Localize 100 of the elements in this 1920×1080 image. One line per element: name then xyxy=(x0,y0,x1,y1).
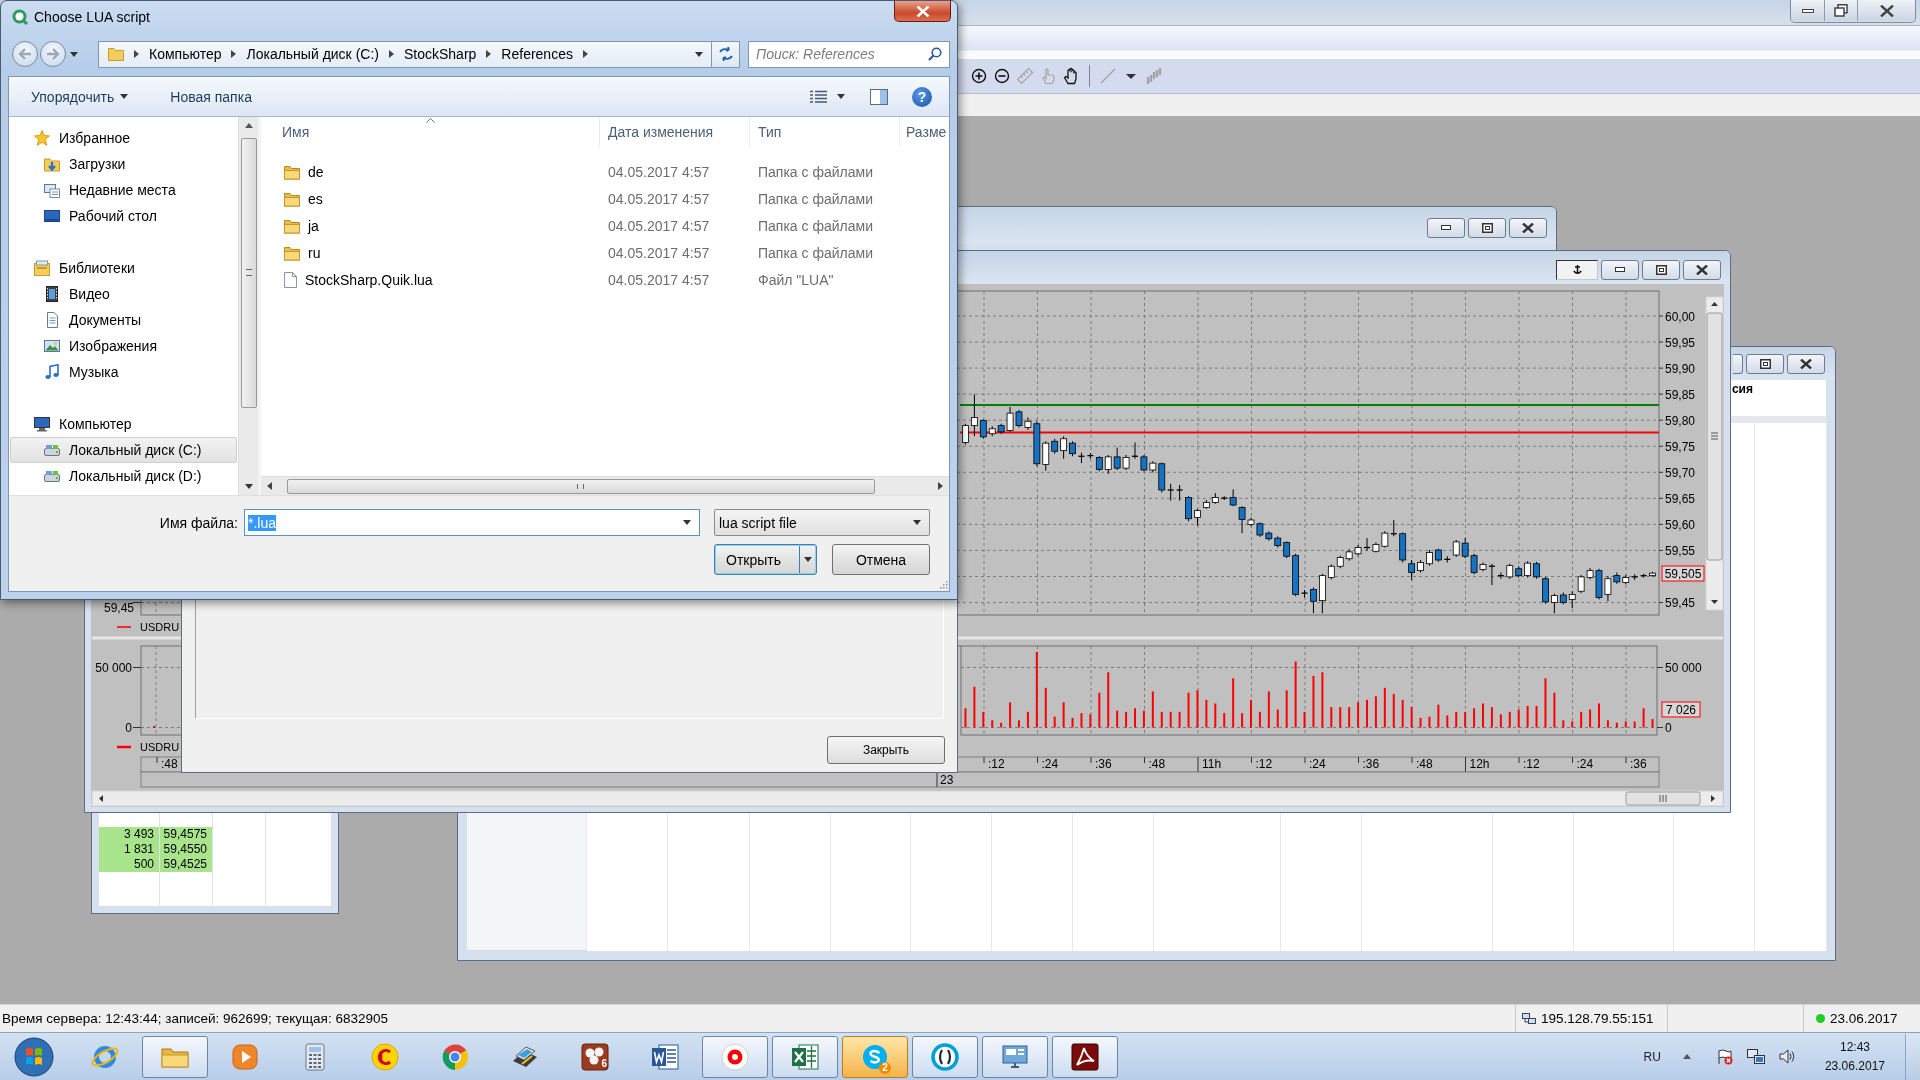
nav-item[interactable]: Загрузки xyxy=(10,151,237,177)
search-field[interactable]: Поиск: References xyxy=(748,40,950,68)
status-date: 23.06.2017 xyxy=(1830,1011,1898,1026)
volume-bar xyxy=(1580,711,1583,728)
volume-bar xyxy=(964,708,967,728)
column-header[interactable]: Дата изменения xyxy=(600,117,750,147)
file-row[interactable]: de 04.05.2017 4:57 Папка с файлами xyxy=(261,158,949,185)
file-row[interactable]: ja 04.05.2017 4:57 Папка с файлами xyxy=(261,212,949,239)
close-button[interactable] xyxy=(1683,259,1721,280)
cancel-button[interactable]: Отмена xyxy=(832,544,930,575)
network-icon[interactable] xyxy=(1746,1048,1765,1065)
preview-pane-icon[interactable] xyxy=(870,88,888,105)
close-window-button[interactable]: Закрыть xyxy=(827,736,945,764)
breadcrumb[interactable]: Компьютер xyxy=(149,46,222,62)
file-type-dropdown[interactable]: lua script file xyxy=(714,509,930,536)
zoom-out-icon[interactable] xyxy=(993,67,1011,85)
minimize-button[interactable] xyxy=(1791,0,1825,21)
resize-grip-icon[interactable] xyxy=(938,580,948,590)
price-label: 59,505 xyxy=(1661,565,1705,582)
file-name: StockSharp.Quik.lua xyxy=(305,271,433,288)
anchor-button[interactable] xyxy=(1556,259,1598,280)
close-button[interactable] xyxy=(1858,0,1915,21)
list-view-icon[interactable] xyxy=(810,89,827,104)
nav-item[interactable]: Изображения xyxy=(10,333,237,359)
nav-item[interactable]: Музыка xyxy=(10,359,237,385)
folder-icon xyxy=(284,217,300,234)
scrollbar-thumb[interactable] xyxy=(287,478,875,494)
file-name: ru xyxy=(308,244,321,261)
column-header[interactable]: Разме xyxy=(900,117,949,147)
nav-item[interactable]: Компьютер xyxy=(10,411,237,437)
volume-bar xyxy=(1357,702,1360,728)
field-label: Имя файла: xyxy=(158,514,238,531)
caret-icon[interactable] xyxy=(1711,795,1715,802)
maximize-icon xyxy=(1481,222,1493,233)
speaker-icon[interactable] xyxy=(1778,1049,1795,1064)
minimize-button[interactable] xyxy=(1601,259,1639,280)
caret-icon xyxy=(1682,1054,1691,1059)
language-indicator[interactable]: RU xyxy=(1643,1049,1661,1064)
organize-button[interactable]: Упорядочить xyxy=(31,88,129,105)
breadcrumb[interactable]: References xyxy=(501,46,573,62)
breadcrumb[interactable]: StockSharp xyxy=(403,46,477,62)
volume-bar xyxy=(1026,711,1029,728)
scrollbar[interactable] xyxy=(238,117,258,495)
taskbar-button[interactable]: 6 xyxy=(562,1035,628,1078)
scrollbar[interactable] xyxy=(1705,296,1724,611)
ring-icon xyxy=(930,1041,960,1072)
scrollbar[interactable] xyxy=(91,790,1724,807)
breadcrumb[interactable]: Локальный диск (C:) xyxy=(246,46,379,62)
nav-item[interactable]: Видео xyxy=(10,281,237,307)
caret-icon xyxy=(244,123,253,128)
restore-button[interactable] xyxy=(1825,0,1858,21)
minimize-button[interactable] xyxy=(1427,217,1465,238)
file-row[interactable]: es 04.05.2017 4:57 Папка с файлами xyxy=(261,185,949,212)
new-folder-button[interactable]: Новая папка xyxy=(170,88,252,105)
file-name: ja xyxy=(308,217,319,234)
close-button[interactable] xyxy=(894,1,951,22)
nav-item[interactable]: Недавние места xyxy=(10,177,237,203)
folder-icon xyxy=(108,47,124,61)
volume-cell: 500 xyxy=(99,857,159,872)
close-button[interactable] xyxy=(1509,217,1547,238)
open-button[interactable]: Открыть xyxy=(714,544,817,575)
nav-item[interactable]: Документы xyxy=(10,307,237,333)
left-arrow-icon xyxy=(18,48,32,60)
file-row[interactable]: ru 04.05.2017 4:57 Папка с файлами xyxy=(261,239,949,266)
maximize-button[interactable] xyxy=(1642,259,1680,280)
column-header[interactable]: Имя xyxy=(261,117,600,147)
help-button[interactable]: ? xyxy=(912,86,932,107)
volume-bar xyxy=(1535,705,1538,728)
maximize-button[interactable] xyxy=(1746,353,1784,374)
file-type: Папка с файлами xyxy=(757,244,874,261)
file-row[interactable]: StockSharp.Quik.lua 04.05.2017 4:57 Файл "LUA" xyxy=(261,266,949,293)
scrollbar[interactable] xyxy=(261,476,949,495)
column-header[interactable]: сия xyxy=(1731,380,1753,396)
nav-item[interactable]: Локальный диск (C:) xyxy=(10,437,237,463)
nav-item[interactable]: Рабочий стол xyxy=(10,203,237,229)
clock[interactable]: 12:43 23.06.2017 xyxy=(1824,1037,1885,1076)
file-type: Папка с файлами xyxy=(757,217,874,234)
scrollbar-thumb[interactable] xyxy=(1625,791,1701,806)
hand-icon[interactable] xyxy=(1062,67,1080,85)
column-header[interactable]: Тип xyxy=(750,117,900,147)
close-button[interactable] xyxy=(1787,353,1825,374)
refresh-button[interactable] xyxy=(712,40,740,68)
caret-icon[interactable] xyxy=(1711,302,1718,306)
file-name: es xyxy=(308,190,323,207)
nav-item[interactable]: Избранное xyxy=(10,125,237,151)
drive-icon xyxy=(44,442,60,458)
caret-icon[interactable] xyxy=(1711,600,1718,604)
scrollbar-thumb[interactable] xyxy=(240,138,257,408)
volume-bar xyxy=(1589,709,1592,728)
maximize-button[interactable] xyxy=(1468,217,1506,238)
taskbar-button[interactable] xyxy=(772,1035,838,1078)
caret-icon[interactable] xyxy=(99,795,103,802)
nav-item[interactable]: Локальный диск (D:) xyxy=(10,463,237,489)
axis-label: 59,45 xyxy=(103,601,134,615)
taskbar-button[interactable] xyxy=(1052,1035,1118,1078)
address-bar[interactable]: Компьютер Локальный диск (C:) StockSharp References xyxy=(98,40,712,68)
flag-icon[interactable] xyxy=(1716,1048,1733,1065)
scrollbar-thumb[interactable] xyxy=(1706,312,1723,561)
nav-item[interactable]: Библиотеки xyxy=(10,255,237,281)
zoom-in-icon[interactable] xyxy=(970,67,988,85)
